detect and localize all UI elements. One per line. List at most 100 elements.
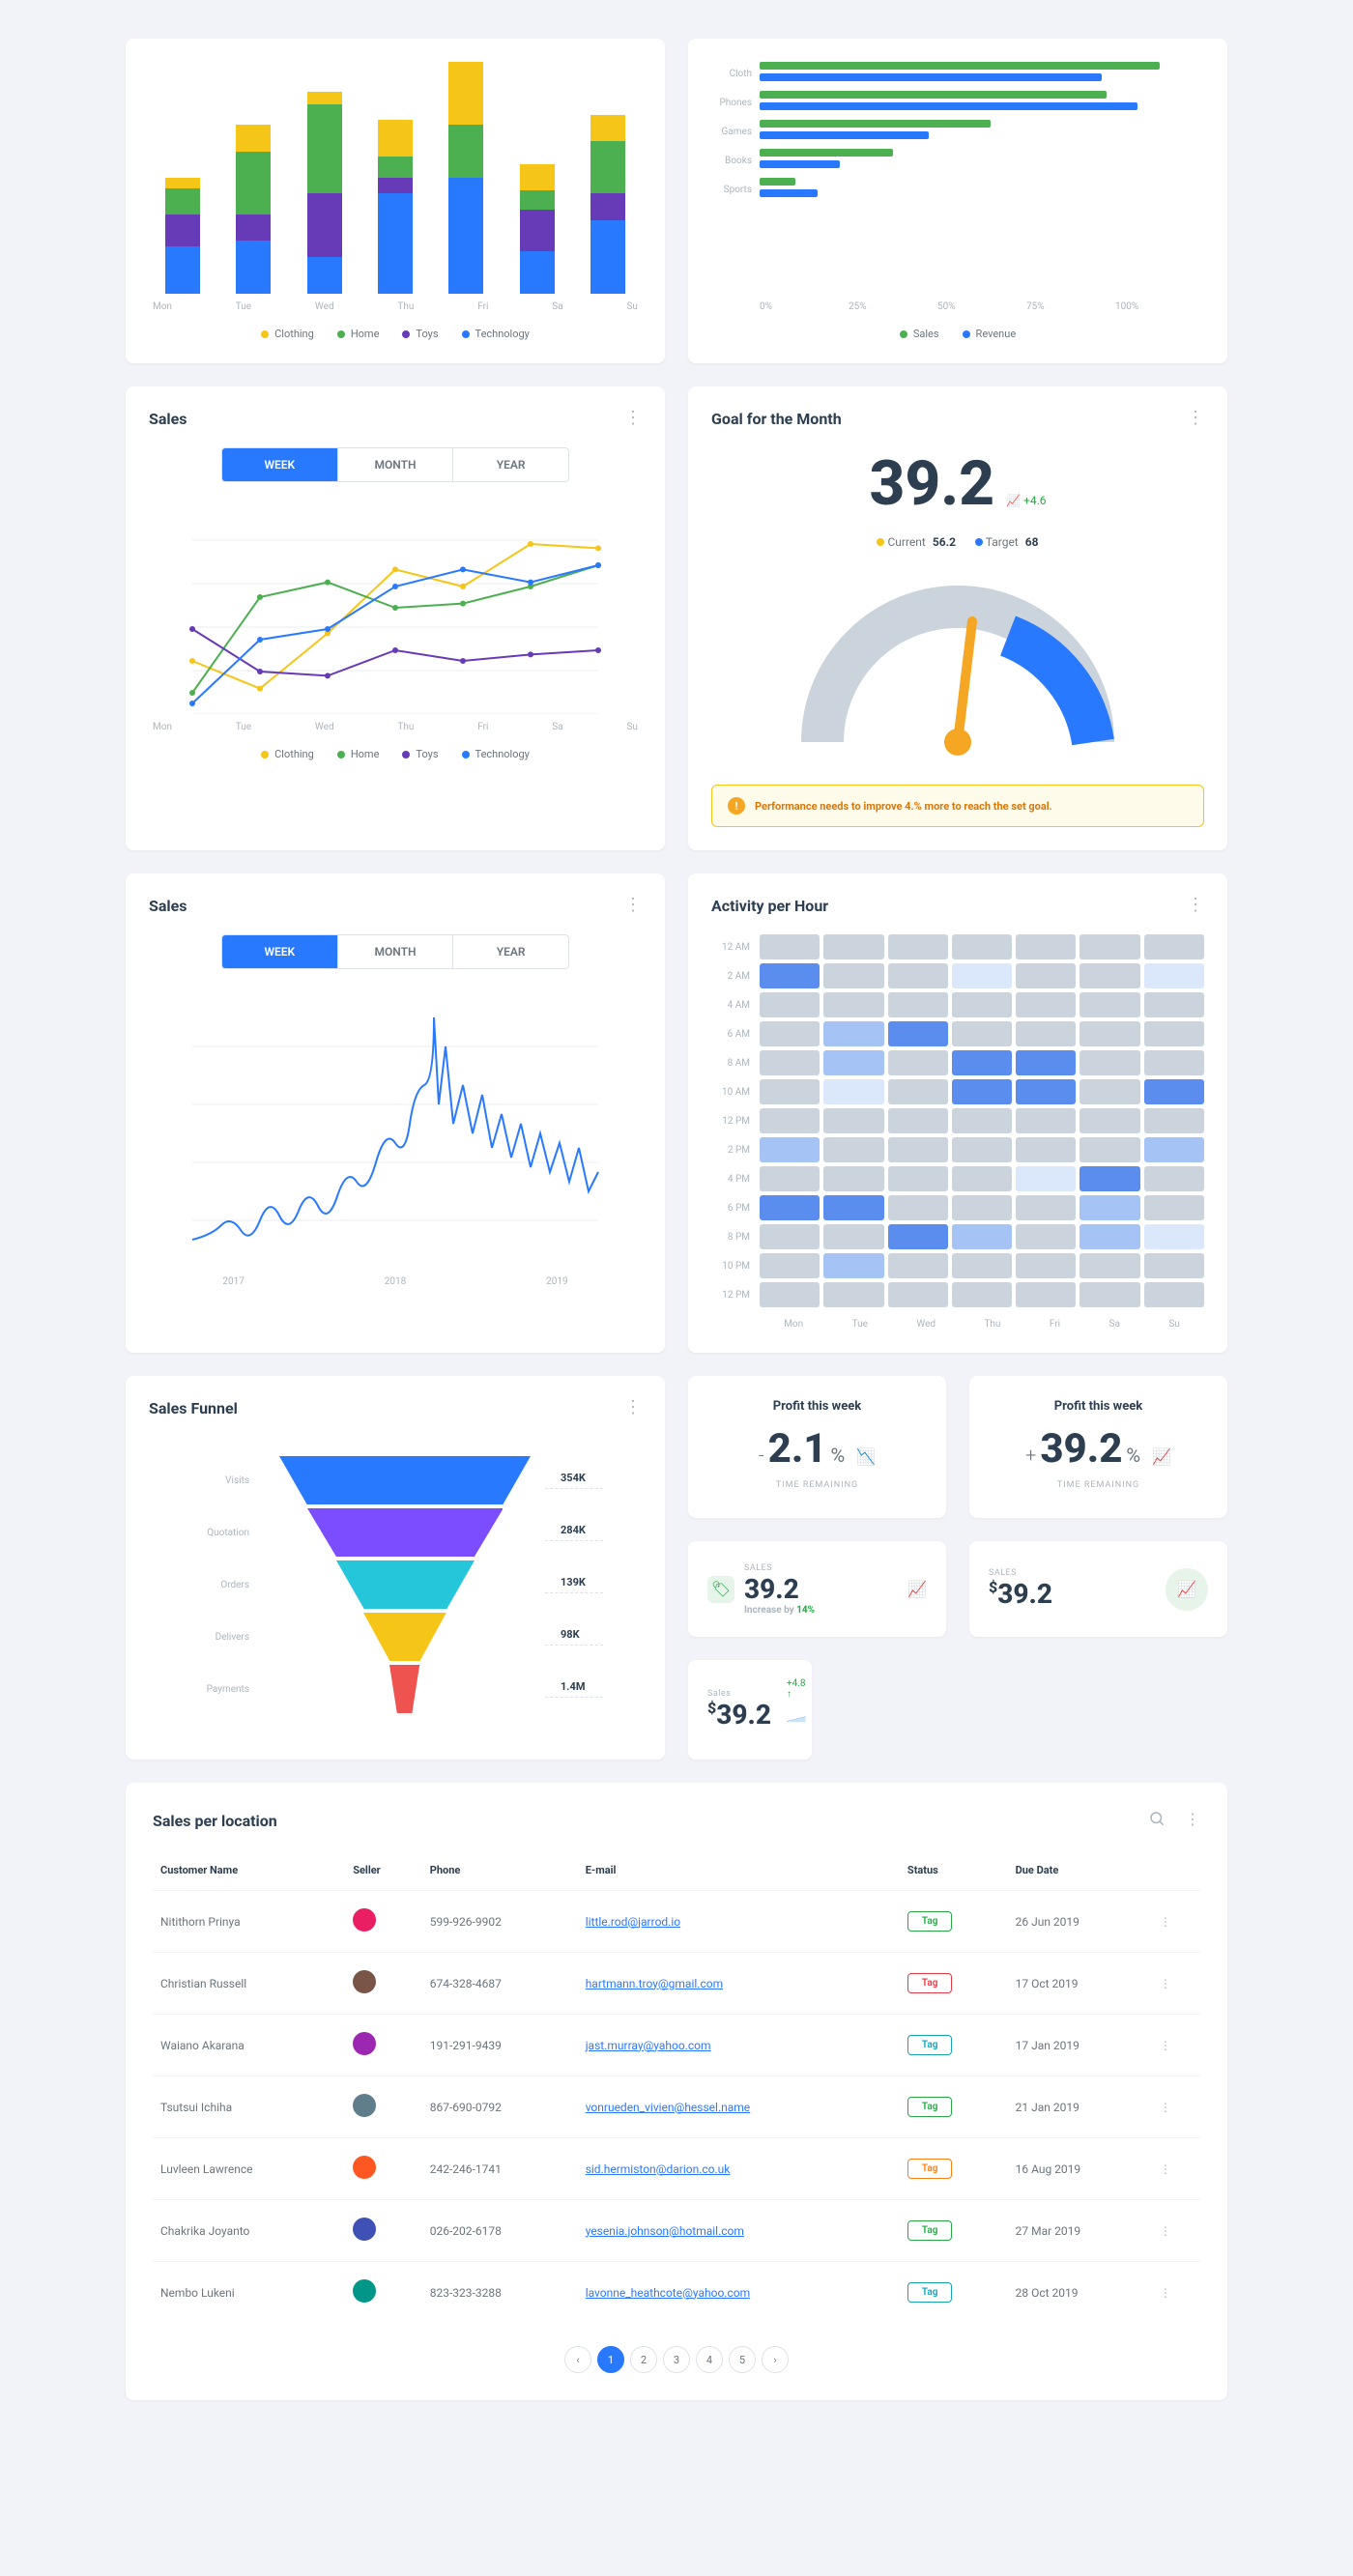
row-more-icon[interactable]: ⋮ (1160, 2039, 1171, 2052)
table-row[interactable]: Nitithorn Prinya 599-926-9902 little.rod… (153, 1891, 1200, 1953)
heatmap-ylabels: 12 AM2 AM4 AM6 AM8 AM10 AM12 PM2 PM4 PM6… (711, 934, 750, 1307)
email-link[interactable]: hartmann.troy@gmail.com (586, 1977, 723, 1990)
table-row[interactable]: Christian Russell 674-328-4687 hartmann.… (153, 1953, 1200, 2015)
kpi-sales-dollar: SALES $39.2 📈 (969, 1541, 1227, 1637)
tab-year[interactable]: YEAR (453, 935, 568, 968)
page-4[interactable]: 4 (696, 2346, 723, 2373)
avatar (353, 1970, 376, 1993)
avatar (353, 2279, 376, 2303)
more-icon[interactable]: ⋮ (1187, 897, 1204, 914)
stacked-bar-legend: ClothingHomeToysTechnology (149, 328, 642, 340)
kpi-profit-up: Profit this week + 39.2 % 📈 TIME REMAINI… (969, 1376, 1227, 1518)
goal-alert: ! Performance needs to improve 4.% more … (711, 785, 1204, 827)
row-more-icon[interactable]: ⋮ (1160, 2162, 1171, 2176)
heatmap-card: Activity per Hour ⋮ 12 AM2 AM4 AM6 AM8 A… (688, 873, 1227, 1353)
sales-line-card: Sales ⋮ WEEKMONTHYEAR MonTueWedThuFriSaS… (126, 386, 665, 850)
hbar-card: ClothPhonesGamesBooksSports 0%25%50%75%1… (688, 39, 1227, 363)
spark-chart (149, 988, 642, 1269)
table-body: Nitithorn Prinya 599-926-9902 little.rod… (153, 1891, 1200, 2324)
page-3[interactable]: 3 (663, 2346, 690, 2373)
goal-title: Goal for the Month (711, 410, 1204, 428)
status-badge: Tag (907, 2097, 953, 2117)
funnel-title: Sales Funnel (149, 1399, 642, 1417)
trend-down-icon: 📉 (856, 1447, 876, 1466)
email-link[interactable]: little.rod@jarrod.io (586, 1915, 680, 1929)
kpi-profit-down: Profit this week - 2.1 % 📉 TIME REMAININ… (688, 1376, 946, 1518)
spark-xaxis: 201720182019 (149, 1276, 642, 1287)
tab-year[interactable]: YEAR (453, 448, 568, 481)
table-row[interactable]: Waiano Akarana 191-291-9439 jast.murray@… (153, 2015, 1200, 2076)
tab-week[interactable]: WEEK (222, 448, 338, 481)
goal-legend: Current 56.2 Target 68 (711, 535, 1204, 549)
tag-icon: 🏷 (707, 1576, 734, 1603)
sales-spark-card: Sales ⋮ WEEKMONTHYEAR 201720182019 (126, 873, 665, 1353)
email-link[interactable]: jast.murray@yahoo.com (586, 2039, 711, 2052)
goal-card: Goal for the Month ⋮ 39.2 📈 +4.6 Current… (688, 386, 1227, 850)
tab-week[interactable]: WEEK (222, 935, 338, 968)
sales-line-title: Sales (149, 410, 642, 428)
sales-table: Customer NameSellerPhoneE-mailStatusDue … (153, 1850, 1200, 2323)
tab-month[interactable]: MONTH (338, 935, 454, 968)
sales-line-legend: ClothingHomeToysTechnology (149, 748, 642, 760)
email-link[interactable]: yesenia.johnson@hotmail.com (586, 2224, 744, 2238)
avatar (353, 2218, 376, 2241)
email-link[interactable]: sid.hermiston@darion.co.uk (586, 2162, 731, 2176)
heatmap-xlabels: MonTueWedThuFriSaSu (760, 1319, 1204, 1330)
kpi-panel: Profit this week - 2.1 % 📉 TIME REMAININ… (688, 1376, 1227, 1760)
table-row[interactable]: Tsutsui Ichiha 867-690-0792 vonrueden_vi… (153, 2076, 1200, 2138)
funnel-chart: Visits 354KQuotation 284KOrders 139KDeli… (149, 1437, 642, 1736)
hbar-xaxis: 0%25%50%75%100% (760, 301, 1204, 312)
goal-delta: 📈 +4.6 (1006, 494, 1046, 507)
page-next[interactable]: › (762, 2346, 789, 2373)
table-row[interactable]: Chakrika Joyanto 026-202-6178 yesenia.jo… (153, 2200, 1200, 2262)
goal-value: 39.2 (869, 447, 994, 520)
more-icon[interactable]: ⋮ (1187, 410, 1204, 427)
tab-month[interactable]: MONTH (338, 448, 454, 481)
table-title: Sales per location (153, 1812, 277, 1830)
trend-up-icon: 📈 (907, 1580, 927, 1598)
hbar-legend: SalesRevenue (711, 328, 1204, 340)
sales-line-xaxis: MonTueWedThuFriSaSu (149, 722, 642, 732)
row-more-icon[interactable]: ⋮ (1160, 2286, 1171, 2300)
trend-up-icon: 📈 (1152, 1447, 1171, 1466)
stacked-bar-card: MonTueWedThuFriSaSu ClothingHomeToysTech… (126, 39, 665, 363)
page-prev[interactable]: ‹ (564, 2346, 591, 2373)
funnel-card: Sales Funnel ⋮ Visits 354KQuotation 284K… (126, 1376, 665, 1760)
heatmap-title: Activity per Hour (711, 897, 1204, 915)
pagination: ‹12345› (153, 2346, 1200, 2373)
search-icon[interactable] (1148, 1810, 1166, 1831)
table-header-row: Customer NameSellerPhoneE-mailStatusDue … (153, 1850, 1200, 1891)
email-link[interactable]: lavonne_heathcote@yahoo.com (586, 2286, 750, 2300)
gauge-chart (784, 568, 1132, 761)
row-more-icon[interactable]: ⋮ (1160, 1915, 1171, 1929)
avatar (353, 2032, 376, 2055)
heatmap-grid (760, 934, 1204, 1307)
page-5[interactable]: 5 (729, 2346, 756, 2373)
row-more-icon[interactable]: ⋮ (1160, 2224, 1171, 2238)
more-icon[interactable]: ⋮ (624, 410, 642, 427)
more-icon[interactable]: ⋮ (1185, 1810, 1200, 1831)
status-badge: Tag (907, 1973, 953, 1993)
status-badge: Tag (907, 2220, 953, 2241)
avatar (353, 2094, 376, 2117)
page-2[interactable]: 2 (630, 2346, 657, 2373)
table-row[interactable]: Luvleen Lawrence 242-246-1741 sid.hermis… (153, 2138, 1200, 2200)
sales-spark-title: Sales (149, 897, 642, 915)
email-link[interactable]: vonrueden_vivien@hessel.name (586, 2101, 750, 2114)
more-icon[interactable]: ⋮ (624, 897, 642, 914)
table-row[interactable]: Nembo Lukeni 823-323-3288 lavonne_heathc… (153, 2262, 1200, 2324)
sales-line-chart (149, 501, 642, 714)
trend-up-icon: 📈 (1166, 1568, 1208, 1611)
row-more-icon[interactable]: ⋮ (1160, 2101, 1171, 2114)
hbar-chart: ClothPhonesGamesBooksSports (711, 62, 1204, 294)
sales-tabs: WEEKMONTHYEAR (221, 447, 569, 482)
kpi-sales-tag: 🏷 SALES 39.2 Increase by 14% 📈 (688, 1541, 946, 1637)
row-more-icon[interactable]: ⋮ (1160, 1977, 1171, 1990)
avatar (353, 1908, 376, 1932)
status-badge: Tag (907, 2035, 953, 2055)
avatar (353, 2156, 376, 2179)
more-icon[interactable]: ⋮ (624, 1399, 642, 1417)
sales-table-card: Sales per location ⋮ Customer NameSeller… (126, 1783, 1227, 2400)
page-1[interactable]: 1 (597, 2346, 624, 2373)
status-badge: Tag (907, 1911, 953, 1932)
